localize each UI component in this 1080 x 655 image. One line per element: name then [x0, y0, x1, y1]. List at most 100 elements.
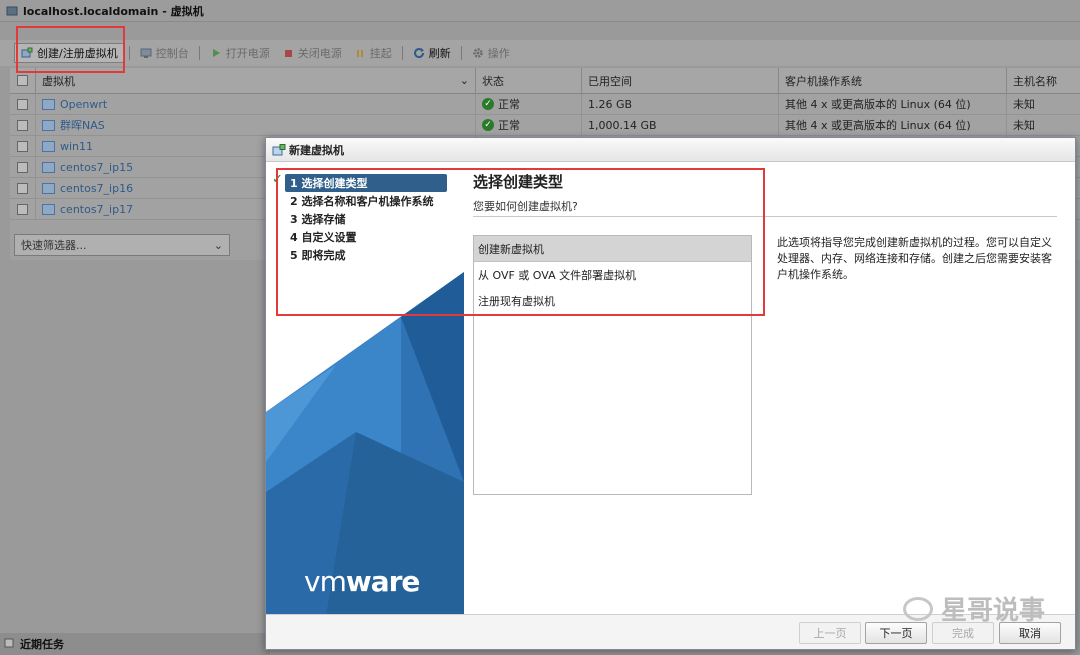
toolbar-divider [460, 46, 462, 60]
actions-label: 操作 [487, 47, 510, 60]
vm-space-cell: 1.26 GB [582, 94, 779, 114]
vm-state: 正常 [498, 119, 520, 132]
page-title: 选择创建类型 [473, 173, 564, 191]
row-checkbox[interactable] [17, 161, 28, 173]
vm-state-cell: ✓ 正常 [476, 94, 582, 114]
vm-state: 正常 [498, 98, 520, 111]
create-vm-icon [21, 47, 33, 59]
column-header-vm-label: 虚拟机 [42, 74, 75, 88]
vm-name: centos7_ip16 [60, 181, 134, 195]
vm-name-cell: Openwrt [36, 94, 476, 114]
row-checkbox[interactable] [17, 203, 28, 215]
column-header-os[interactable]: 客户机操作系统 [779, 68, 1007, 93]
option-register-existing-vm[interactable]: 注册现有虚拟机 [474, 288, 751, 314]
creation-type-list: 创建新虚拟机 从 OVF 或 OVA 文件部署虚拟机 注册现有虚拟机 [473, 235, 752, 495]
row-select-cell [10, 136, 36, 156]
dialog-title: 新建虚拟机 [289, 143, 344, 157]
divider [473, 216, 1057, 217]
table-row[interactable]: 群晖NAS ✓ 正常 1,000.14 GB 其他 4 x 或更高版本的 Linu… [10, 115, 1080, 136]
column-header-host[interactable]: 主机名称 [1007, 68, 1080, 93]
quick-filter-placeholder: 快速筛选器... [21, 239, 87, 252]
column-header-host-label: 主机名称 [1013, 74, 1057, 88]
vm-link[interactable]: centos7_ip15 [42, 161, 133, 174]
wizard-step-1[interactable]: 1 选择创建类型 [285, 174, 447, 192]
power-off-label: 关闭电源 [297, 47, 342, 60]
vm-state-cell: ✓ 正常 [476, 115, 582, 135]
cancel-button[interactable]: 取消 [999, 622, 1061, 644]
row-select-cell [10, 94, 36, 114]
vm-icon [42, 119, 55, 131]
power-off-button[interactable]: 关闭电源 [276, 43, 348, 63]
wizard-step-5[interactable]: 5 即将完成 [266, 246, 464, 264]
dialog-titlebar: 新建虚拟机 [266, 138, 1075, 162]
vm-name: Openwrt [60, 97, 108, 111]
wizard-step-2[interactable]: 2 选择名称和客户机操作系统 [266, 192, 464, 210]
power-on-button[interactable]: 打开电源 [204, 43, 276, 63]
new-vm-icon [272, 143, 286, 156]
create-register-vm-label: 创建/注册虚拟机 [37, 47, 118, 60]
create-register-vm-button[interactable]: 创建/注册虚拟机 [14, 43, 125, 63]
finish-button[interactable]: 完成 [932, 622, 994, 644]
play-icon [210, 47, 222, 59]
dialog-body: vmware ✓ 1 选择创建类型 2 选择名称和客户机操作系统 3 选择存储 … [266, 162, 1075, 614]
vm-icon [42, 182, 55, 194]
option-deploy-ovf-ova[interactable]: 从 OVF 或 OVA 文件部署虚拟机 [474, 262, 751, 288]
row-select-cell [10, 178, 36, 198]
option-create-new-vm[interactable]: 创建新虚拟机 [474, 236, 751, 262]
toolbar-divider [128, 46, 130, 60]
row-checkbox[interactable] [17, 119, 28, 131]
vm-name: centos7_ip17 [60, 202, 134, 216]
wizard-steps-panel: vmware ✓ 1 选择创建类型 2 选择名称和客户机操作系统 3 选择存储 … [266, 162, 464, 614]
vm-os-cell: 其他 4 x 或更高版本的 Linux (64 位) [779, 115, 1007, 135]
host-icon [6, 5, 18, 17]
vm-icon [42, 203, 55, 215]
console-button[interactable]: 控制台 [134, 43, 195, 63]
row-checkbox[interactable] [17, 98, 28, 110]
vm-link[interactable]: Openwrt [42, 98, 107, 111]
vm-space: 1,000.14 GB [588, 118, 657, 132]
vm-link[interactable]: win11 [42, 140, 93, 153]
column-header-state[interactable]: 状态 [476, 68, 582, 93]
checkmark-circle-icon: ✓ [482, 119, 494, 131]
column-header-space[interactable]: 已用空间 [582, 68, 779, 93]
vm-os: 其他 4 x 或更高版本的 Linux (64 位) [785, 119, 971, 132]
wizard-step-3[interactable]: 3 选择存储 [266, 210, 464, 228]
vm-space: 1.26 GB [588, 97, 633, 111]
vmware-logo-bold: ware [345, 565, 421, 598]
wizard-step-4[interactable]: 4 自定义设置 [266, 228, 464, 246]
select-all-cell [10, 68, 36, 93]
column-header-vm[interactable]: 虚拟机 ⌄ [36, 68, 476, 93]
vm-link[interactable]: 群晖NAS [42, 117, 105, 133]
vm-os: 其他 4 x 或更高版本的 Linux (64 位) [785, 98, 971, 111]
table-row[interactable]: Openwrt ✓ 正常 1.26 GB 其他 4 x 或更高版本的 Linux … [10, 94, 1080, 115]
vm-name-cell: 群晖NAS [36, 115, 476, 135]
row-checkbox[interactable] [17, 182, 28, 194]
actions-button[interactable]: 操作 [466, 43, 516, 63]
console-label: 控制台 [155, 47, 189, 60]
next-button[interactable]: 下一页 [865, 622, 927, 644]
stop-icon [282, 47, 294, 59]
chevron-down-icon[interactable]: ⌄ [460, 74, 469, 87]
wizard-step-list: 1 选择创建类型 2 选择名称和客户机操作系统 3 选择存储 4 自定义设置 5… [266, 174, 464, 264]
vm-icon [42, 98, 55, 110]
suspend-button[interactable]: 挂起 [348, 43, 398, 63]
row-select-cell [10, 199, 36, 219]
vm-space-cell: 1,000.14 GB [582, 115, 779, 135]
vm-link[interactable]: centos7_ip16 [42, 182, 133, 195]
row-select-cell [10, 157, 36, 177]
recent-tasks-label: 近期任务 [20, 638, 64, 651]
refresh-label: 刷新 [428, 47, 451, 60]
recent-tasks-bar[interactable]: 近期任务 [0, 633, 270, 655]
vm-name: centos7_ip15 [60, 160, 134, 174]
collapse-icon [4, 638, 14, 651]
suspend-label: 挂起 [369, 47, 392, 60]
row-checkbox[interactable] [17, 140, 28, 152]
select-all-checkbox[interactable] [17, 75, 28, 86]
console-icon [140, 47, 152, 59]
window-titlebar: localhost.localdomain - 虚拟机 [0, 0, 1080, 22]
vm-link[interactable]: centos7_ip17 [42, 203, 133, 216]
vm-name: win11 [60, 139, 94, 153]
quick-filter-select[interactable]: 快速筛选器... ⌄ [14, 234, 230, 256]
previous-button[interactable]: 上一页 [799, 622, 861, 644]
refresh-button[interactable]: 刷新 [407, 43, 457, 63]
